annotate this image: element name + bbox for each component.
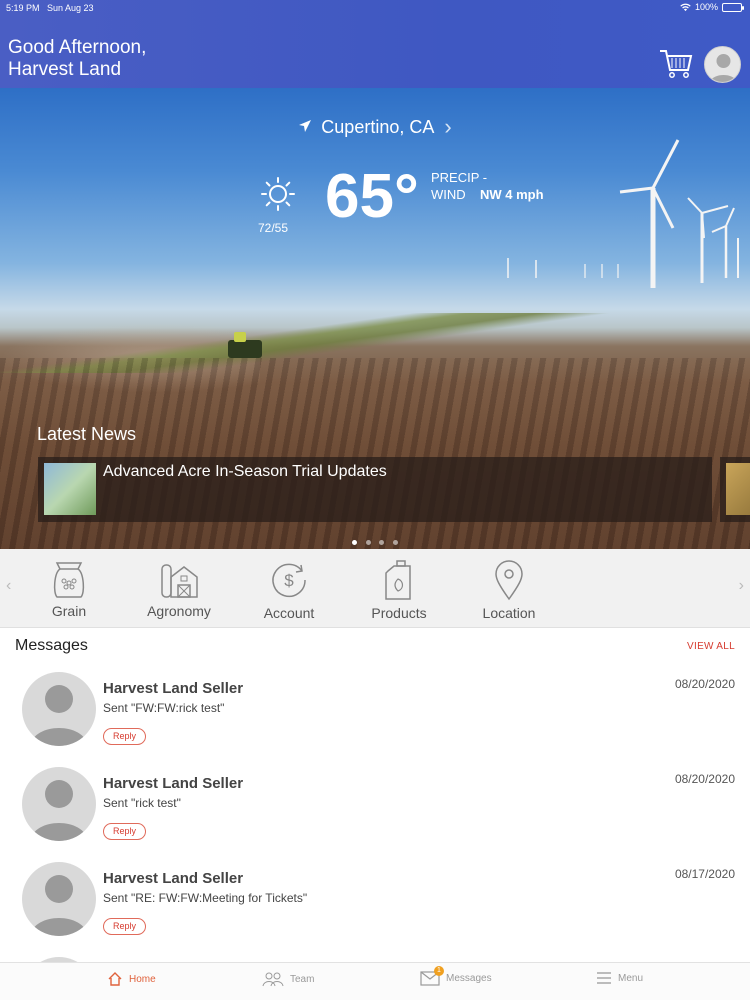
weather-hero: Cupertino, CA › 72/55 65° PRECIP - WIND … [0, 88, 750, 549]
message-sender: Harvest Land Seller [103, 775, 244, 792]
location-arrow-icon [299, 120, 312, 132]
greeting-line1: Good Afternoon, [8, 37, 147, 58]
dollar-sync-icon: $ [272, 563, 306, 598]
sun-icon [261, 177, 295, 211]
greeting: Good Afternoon, Harvest Land [8, 37, 146, 81]
person-icon [30, 685, 88, 746]
tab-label: Team [290, 973, 315, 985]
precip-label: PRECIP - [431, 170, 488, 185]
wind-value: NW 4 mph [480, 187, 544, 202]
status-time: 5:19 PM [6, 3, 40, 13]
quick-nav-products[interactable]: Products [354, 559, 444, 621]
reply-button[interactable]: Reply [103, 823, 147, 840]
location-selector[interactable]: Cupertino, CA › [0, 114, 750, 140]
person-icon [30, 780, 88, 841]
wifi-icon [680, 3, 691, 11]
current-temperature: 65° [325, 162, 419, 231]
team-icon [262, 972, 284, 987]
message-date: 08/20/2020 [674, 677, 735, 691]
home-icon [108, 972, 122, 986]
profile-avatar[interactable] [704, 46, 741, 83]
tab-label: Home [129, 973, 156, 985]
reply-button[interactable]: Reply [103, 728, 147, 745]
tab-messages[interactable]: 1 Messages [420, 966, 492, 986]
quick-nav-label: Products [371, 605, 427, 621]
chevron-right-icon[interactable]: › [739, 577, 744, 595]
quick-nav-agronomy[interactable]: Agronomy [134, 559, 224, 619]
view-all-link[interactable]: VIEW ALL [687, 641, 735, 652]
tab-menu[interactable]: Menu [596, 971, 643, 985]
message-item[interactable]: Harvest Land Seller Sent "RE: FW:FW:Meet… [0, 862, 750, 957]
pager-dot[interactable] [365, 540, 371, 545]
tab-team[interactable]: Team [262, 971, 314, 987]
message-item[interactable]: Harvest Land Seller Sent "rick test" Rep… [0, 767, 750, 862]
pager-dot[interactable] [379, 540, 385, 545]
message-snippet: Sent "RE: FW:FW:Meeting for Tickets" [103, 891, 308, 905]
messages-badge: 1 [434, 966, 444, 976]
sender-avatar [22, 672, 96, 746]
message-sender: Harvest Land Seller [103, 680, 244, 697]
message-item[interactable]: Harvest Land Seller Sent "FW:FW:rick tes… [0, 672, 750, 767]
sender-avatar [22, 862, 96, 936]
quick-nav-label: Agronomy [147, 603, 211, 619]
message-snippet: Sent "FW:FW:rick test" [103, 701, 225, 715]
tab-label: Messages [446, 973, 492, 984]
barn-icon [161, 564, 198, 598]
messages-title: Messages [15, 637, 88, 654]
chevron-right-icon: › [444, 114, 452, 139]
home-screen: 5:19 PM Sun Aug 23 100% Good Afternoon, … [0, 0, 750, 1000]
grain-bag-icon [53, 562, 85, 598]
quick-nav-grain[interactable]: Grain [24, 559, 114, 619]
message-snippet: Sent "rick test" [103, 796, 181, 810]
app-header: 5:19 PM Sun Aug 23 100% Good Afternoon, … [0, 0, 750, 88]
news-pager[interactable] [0, 532, 750, 549]
news-card[interactable]: Advanced Acre In-Season Trial Updates [38, 457, 712, 522]
news-thumbnail [44, 463, 96, 515]
message-date: 08/20/2020 [674, 772, 735, 786]
greeting-line2: Harvest Land [8, 59, 122, 80]
battery-percent: 100% [694, 2, 718, 12]
quick-nav: ‹ Grain Agronomy $ Account Products Loca… [0, 549, 750, 628]
pager-dot[interactable] [352, 540, 358, 545]
sender-avatar [22, 767, 96, 841]
location-name: Cupertino, CA [321, 117, 434, 137]
tab-home[interactable]: Home [107, 971, 156, 987]
hamburger-icon [597, 972, 611, 984]
jug-icon [385, 560, 411, 600]
battery-icon [722, 2, 744, 12]
cart-icon[interactable] [658, 46, 694, 82]
pager-dot[interactable] [392, 540, 398, 545]
latest-news-title: Latest News [37, 424, 137, 444]
news-thumbnail [726, 463, 750, 515]
status-date: Sun Aug 23 [47, 3, 94, 13]
news-headline: Advanced Acre In-Season Trial Updates [103, 463, 387, 480]
quick-nav-location[interactable]: Location [464, 559, 554, 621]
tab-bar: Home Team 1 Messages Menu [0, 962, 750, 1000]
status-bar: 5:19 PM Sun Aug 23 100% [0, 0, 750, 16]
wind-turbines [507, 139, 739, 288]
quick-nav-label: Grain [51, 603, 87, 619]
wind-label: WIND [431, 187, 466, 202]
quick-nav-label: Account [263, 605, 315, 621]
status-right: 100% [680, 2, 744, 12]
message-date: 08/17/2020 [674, 867, 735, 881]
quick-nav-account[interactable]: $ Account [244, 559, 334, 621]
person-icon [709, 54, 738, 82]
map-pin-icon [495, 560, 523, 601]
quick-nav-label: Location [482, 605, 536, 621]
message-sender: Harvest Land Seller [103, 870, 244, 887]
tab-label: Menu [618, 972, 644, 984]
tractor-image [228, 332, 262, 358]
person-icon [30, 875, 88, 936]
svg-text:$: $ [284, 571, 294, 590]
news-card-next[interactable] [720, 457, 750, 522]
chevron-left-icon[interactable]: ‹ [6, 577, 11, 595]
reply-button[interactable]: Reply [103, 918, 147, 935]
temp-hi-lo: 72/55 [258, 221, 289, 235]
